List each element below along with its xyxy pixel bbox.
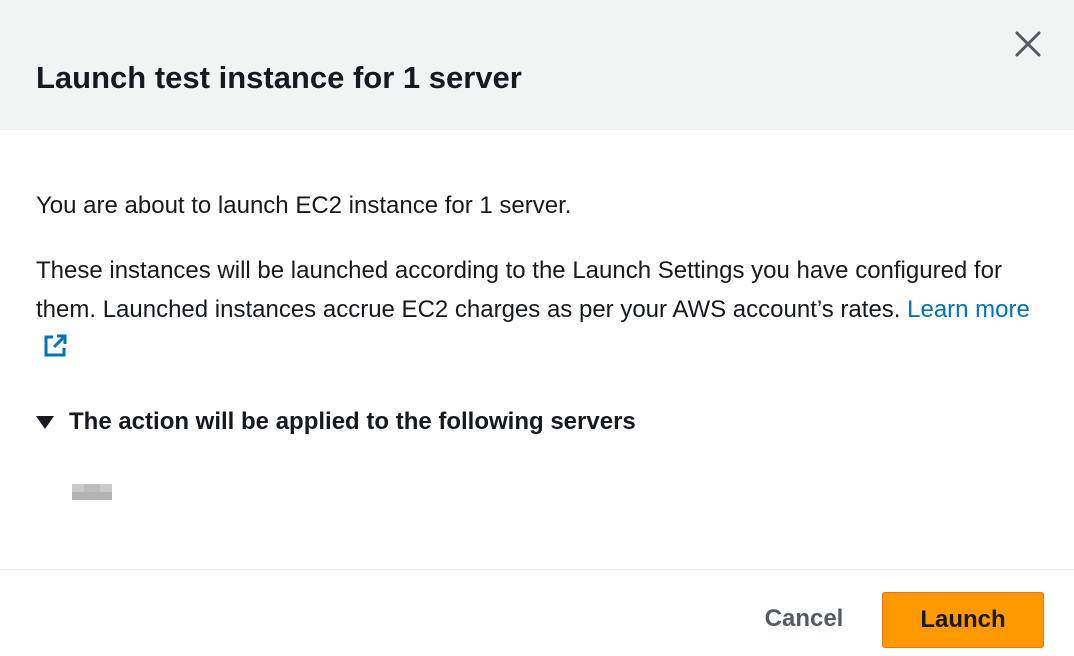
servers-expander[interactable]: The action will be applied to the follow…	[36, 402, 636, 442]
modal-body: You are about to launch EC2 instance for…	[0, 130, 1074, 570]
description-body: These instances will be launched accordi…	[36, 257, 1002, 323]
modal-title: Launch test instance for 1 server	[36, 60, 522, 95]
servers-expander-label: The action will be applied to the follow…	[69, 408, 636, 435]
launch-button[interactable]: Launch	[882, 592, 1044, 648]
cancel-button[interactable]: Cancel	[744, 591, 864, 647]
close-button[interactable]	[1008, 24, 1048, 64]
modal-header: Launch test instance for 1 server	[0, 0, 1074, 130]
close-icon	[1015, 31, 1041, 57]
learn-more-label: Learn more	[907, 296, 1030, 323]
external-link-icon	[44, 334, 67, 357]
caret-down-icon	[36, 415, 54, 429]
modal-footer: Cancel Launch	[0, 569, 1074, 656]
server-name-redacted	[72, 484, 112, 500]
description-text: These instances will be launched accordi…	[36, 251, 1046, 368]
launch-test-instance-modal: Launch test instance for 1 server You ar…	[0, 0, 1074, 656]
intro-text: You are about to launch EC2 instance for…	[36, 192, 572, 219]
